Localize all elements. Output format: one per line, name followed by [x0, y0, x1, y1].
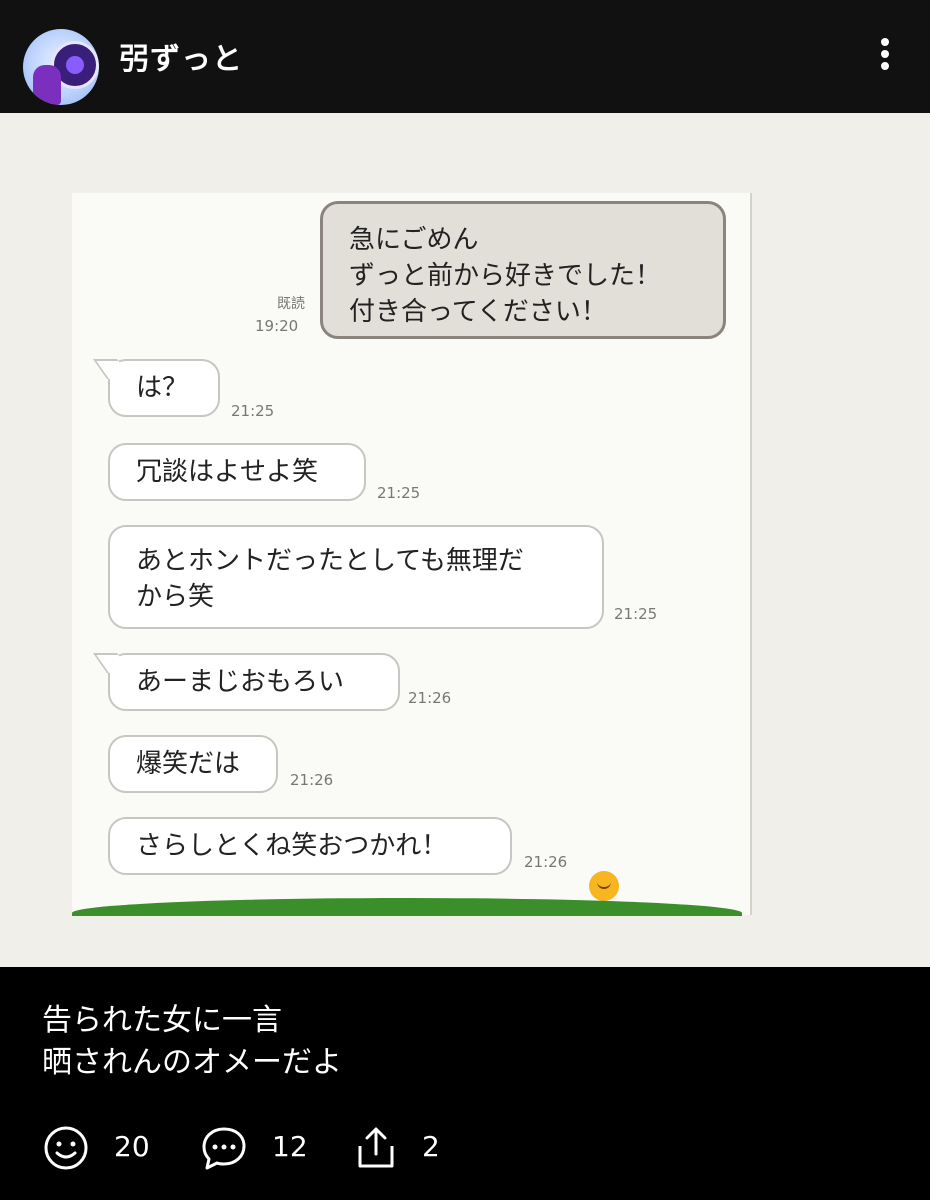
sent-line-2: ずっと前から好きでした！ [349, 261, 662, 291]
share-count: 2 [422, 1130, 440, 1163]
sent-line-3: 付き合ってください！ [349, 297, 607, 327]
message-text: 冗談はよせよ笑 [136, 457, 319, 487]
avatar[interactable] [23, 29, 99, 105]
message-time: 21:26 [408, 689, 452, 707]
character-icon [33, 65, 61, 105]
post-header: 弜ずっと [0, 0, 930, 113]
message-time: 21:26 [290, 771, 334, 789]
message-text: さらしとくね笑おつかれ！ [136, 831, 448, 861]
share-icon [358, 1127, 394, 1168]
post-image[interactable]: 急にごめん ずっと前から好きでした！ 付き合ってください！ 既読 19:20 は… [0, 113, 930, 967]
more-vertical-icon[interactable] [870, 34, 900, 74]
like-count: 20 [114, 1130, 150, 1163]
received-message: 冗談はよせよ笑 [108, 443, 366, 501]
received-message: 爆笑だは [108, 735, 278, 793]
message-text: あとホントだったとしても無理だ [136, 546, 524, 576]
received-message: は？ [108, 359, 220, 417]
comment-count: 12 [272, 1130, 308, 1163]
sent-message: 急にごめん ずっと前から好きでした！ 付き合ってください！ [320, 201, 726, 339]
post-caption: 告られた女に一言 晒されんのオメーだよ [42, 1000, 342, 1084]
received-message: あとホントだったとしても無理だ から笑 [108, 525, 604, 629]
share-button[interactable]: 2 [352, 1124, 452, 1174]
message-time: 21:25 [231, 402, 275, 420]
action-bar: 20 12 2 [42, 1124, 902, 1174]
sent-time: 19:20 [255, 317, 299, 335]
message-text: から笑 [136, 582, 215, 612]
caption-line-2: 晒されんのオメーだよ [42, 1045, 342, 1080]
chat-screenshot: 急にごめん ずっと前から好きでした！ 付き合ってください！ 既読 19:20 は… [72, 193, 752, 916]
sent-line-1: 急にごめん [349, 225, 479, 255]
comment-button[interactable]: 12 [200, 1124, 320, 1174]
sun-sticker-icon [589, 871, 619, 901]
comment-icon [202, 1127, 246, 1170]
message-time: 21:25 [377, 484, 421, 502]
grass-decoration [72, 898, 742, 916]
message-time: 21:26 [524, 853, 568, 871]
received-message: さらしとくね笑おつかれ！ [108, 817, 512, 875]
username[interactable]: 弜ずっと [119, 34, 243, 78]
smiley-icon [44, 1126, 88, 1170]
message-text: 爆笑だは [136, 749, 241, 779]
message-text: あーまじおもろい [136, 667, 345, 697]
caption-line-1: 告られた女に一言 [42, 1003, 282, 1038]
message-text: は？ [136, 373, 189, 403]
message-time: 21:25 [614, 605, 658, 623]
received-message: あーまじおもろい [108, 653, 400, 711]
read-receipt: 既読 [277, 296, 305, 312]
like-button[interactable]: 20 [42, 1124, 162, 1174]
